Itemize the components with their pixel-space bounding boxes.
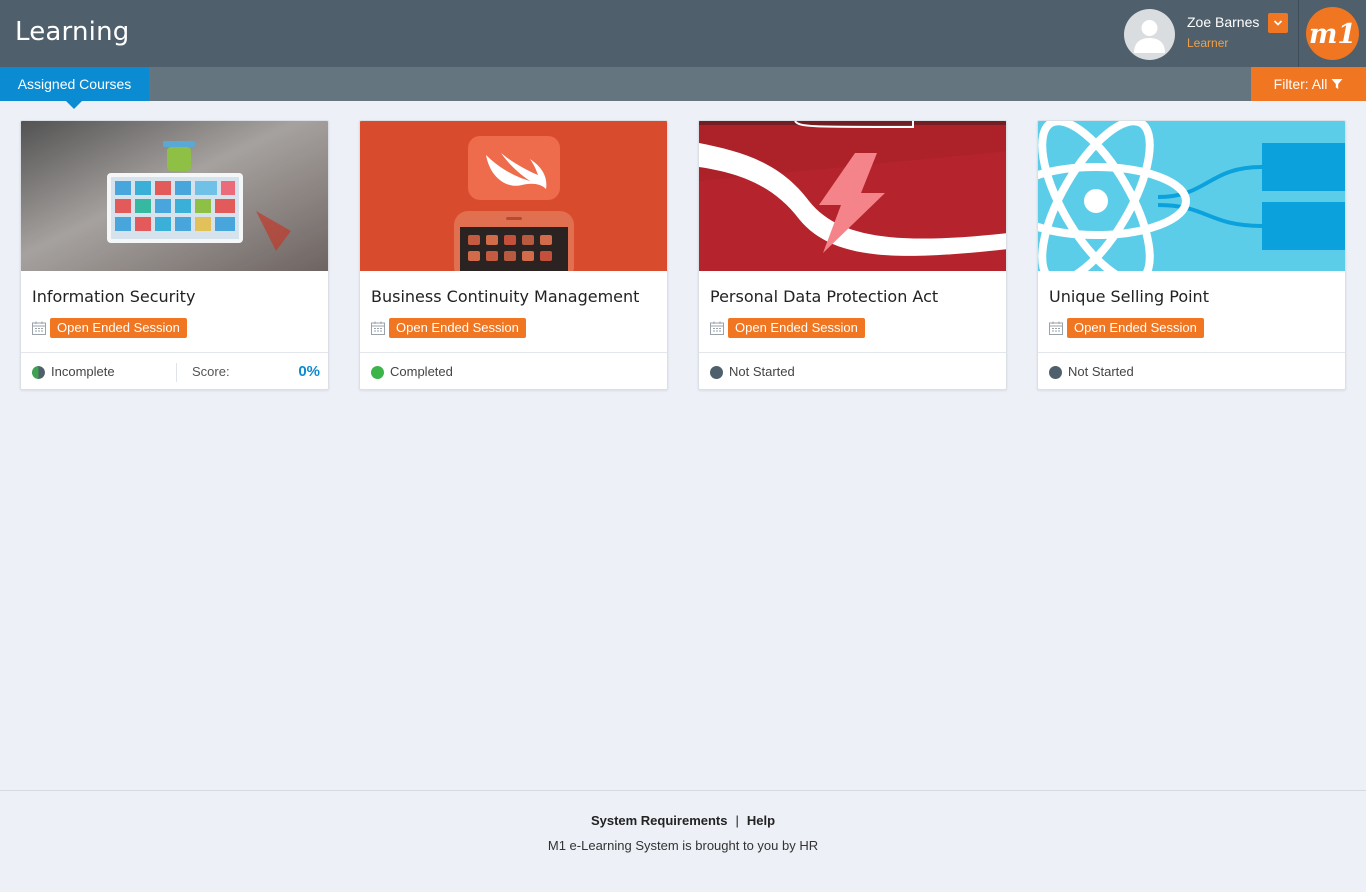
swift-logo-image [360, 121, 667, 271]
filter-funnel-icon [1331, 79, 1343, 89]
logo-text: m1 [1309, 19, 1356, 50]
session-badge: Open Ended Session [50, 318, 187, 338]
footer-links: System Requirements | Help [0, 813, 1366, 828]
course-title[interactable]: Business Continuity Management [371, 287, 639, 306]
score-value: 0% [298, 363, 320, 380]
footer-divider [0, 790, 1366, 791]
course-card[interactable]: Information Security Open Ended Session … [20, 120, 329, 390]
calendar-icon [710, 321, 724, 335]
tab-label: Assigned Courses [17, 76, 132, 92]
course-title[interactable]: Information Security [32, 287, 195, 306]
course-title[interactable]: Personal Data Protection Act [710, 287, 938, 306]
tab-assigned-courses[interactable]: Assigned Courses [0, 67, 149, 109]
course-card[interactable]: Personal Data Protection Act Open Ended … [698, 120, 1007, 390]
course-card[interactable]: Unique Selling Point Open Ended Session … [1037, 120, 1346, 390]
card-footer: Completed [360, 352, 667, 389]
calendar-icon [32, 321, 46, 335]
header-divider [1298, 0, 1299, 67]
page-title: Learning [15, 17, 130, 47]
top-bar: Learning Zoe Barnes Learner m1 [0, 0, 1366, 67]
divider [176, 363, 177, 382]
session-badge: Open Ended Session [389, 318, 526, 338]
user-silhouette-icon [1134, 20, 1165, 53]
filter-label: Filter: All [1273, 76, 1328, 92]
help-link[interactable]: Help [747, 813, 775, 828]
status-dot-icon [1049, 366, 1062, 379]
status-dot-icon [371, 366, 384, 379]
status-text: Not Started [729, 364, 795, 379]
score-label: Score: [192, 364, 230, 379]
calendar-icon [1049, 321, 1063, 335]
user-menu-button[interactable] [1268, 13, 1288, 33]
avatar[interactable] [1124, 9, 1175, 60]
footer-text: M1 e-Learning System is brought to you b… [547, 838, 819, 853]
filter-button[interactable]: Filter: All [1251, 67, 1366, 101]
atom-react-image [1038, 121, 1345, 271]
session-badge: Open Ended Session [728, 318, 865, 338]
session-badge: Open Ended Session [1067, 318, 1204, 338]
calendar-icon [371, 321, 385, 335]
status-dot-icon [710, 366, 723, 379]
course-title[interactable]: Unique Selling Point [1049, 287, 1209, 306]
system-requirements-link[interactable]: System Requirements [591, 813, 728, 828]
m1-logo-icon: m1 [1309, 19, 1356, 50]
devices-apps-image [21, 121, 328, 271]
m1-logo[interactable]: m1 [1306, 7, 1359, 60]
card-footer: Not Started [699, 352, 1006, 389]
lightning-bolt-image [699, 121, 1006, 271]
link-separator: | [735, 813, 739, 828]
card-footer: Incomplete Score: 0% [21, 352, 328, 389]
card-footer: Not Started [1038, 352, 1345, 389]
status-text: Completed [390, 364, 453, 379]
status-text: Not Started [1068, 364, 1134, 379]
user-name: Zoe Barnes [1187, 14, 1260, 30]
course-card[interactable]: Business Continuity Management Open Ende… [359, 120, 668, 390]
half-status-icon [32, 366, 45, 379]
user-role: Learner [1187, 36, 1229, 50]
chevron-down-icon [1273, 20, 1283, 26]
sub-nav-bar: Assigned Courses Filter: All [0, 67, 1366, 109]
status-text: Incomplete [51, 364, 115, 379]
